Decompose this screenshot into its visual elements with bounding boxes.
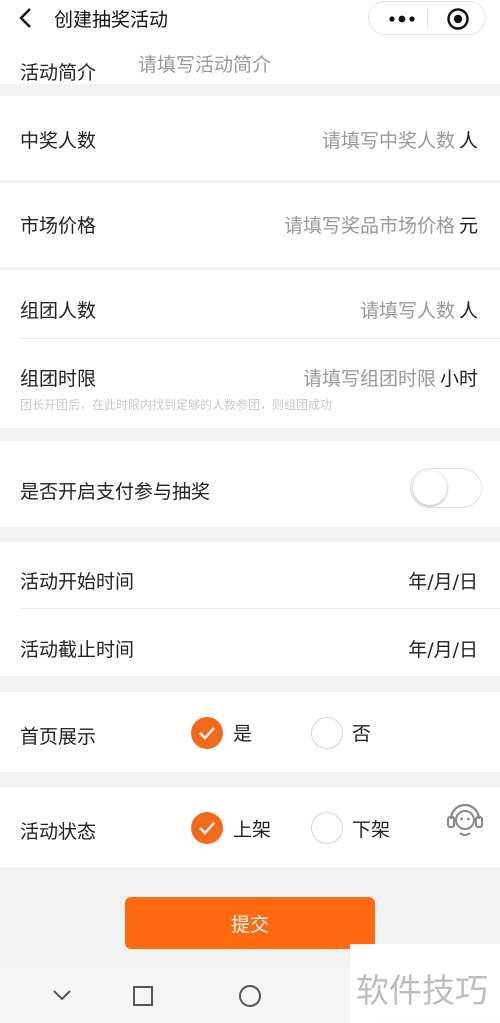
homepage-no-label[interactable]: 否	[352, 719, 371, 746]
winners-row[interactable]: 中奖人数 请填写中奖人数人	[0, 96, 500, 180]
group-limit-unit: 小时	[439, 368, 478, 390]
chevron-down-icon[interactable]	[52, 988, 72, 1002]
homepage-yes-radio[interactable]	[191, 717, 223, 749]
market-price-row[interactable]: 市场价格 请填写奖品市场价格元	[0, 183, 500, 267]
end-time-picker[interactable]: 年/月/日	[408, 635, 478, 662]
status-label: 活动状态	[20, 821, 97, 843]
recents-square-icon[interactable]	[132, 985, 154, 1007]
start-time-picker[interactable]: 年/月/日	[408, 567, 478, 594]
homepage-label: 首页展示	[20, 726, 97, 748]
more-icon[interactable]	[387, 11, 417, 27]
watermark: 软件技巧	[350, 944, 500, 1023]
watermark-text: 软件技巧	[356, 971, 488, 1010]
intro-input[interactable]: 请填写活动简介	[138, 50, 271, 77]
mini-program-capsule	[368, 1, 486, 35]
customer-service-icon[interactable]	[444, 797, 486, 839]
pay-to-join-row: 是否开启支付参与抽奖	[0, 441, 500, 527]
row-divider	[20, 338, 500, 339]
start-time-label: 活动开始时间	[20, 571, 135, 593]
pay-to-join-toggle[interactable]	[410, 468, 482, 508]
toggle-knob	[413, 471, 447, 505]
homepage-no-radio[interactable]	[311, 717, 343, 749]
group-size-input[interactable]: 请填写人数人	[360, 296, 478, 323]
capsule-divider	[427, 10, 428, 28]
market-price-input[interactable]: 请填写奖品市场价格元	[284, 211, 478, 238]
check-icon	[199, 822, 215, 835]
winners-label: 中奖人数	[20, 130, 97, 152]
status-on-shelf-radio[interactable]	[191, 812, 223, 844]
status-on-shelf-label[interactable]: 上架	[233, 815, 271, 842]
intro-row[interactable]: 活动简介 请填写活动简介	[0, 36, 500, 84]
back-arrow-icon[interactable]	[16, 7, 38, 29]
row-divider	[20, 608, 500, 609]
market-price-unit: 元	[458, 215, 478, 237]
status-off-shelf-label[interactable]: 下架	[352, 815, 390, 842]
group-limit-hint: 团长开团后，在此时限内找到足够的人数参团，则组团成功	[20, 398, 333, 412]
homepage-yes-label[interactable]: 是	[233, 719, 252, 746]
winners-placeholder: 请填写中奖人数	[321, 130, 455, 152]
submit-button[interactable]: 提交	[125, 897, 375, 949]
status-off-shelf-radio[interactable]	[311, 812, 343, 844]
winners-unit: 人	[458, 130, 478, 152]
group-limit-label: 组团时限	[20, 368, 97, 390]
market-price-label: 市场价格	[20, 215, 97, 237]
group-size-placeholder: 请填写人数	[359, 300, 455, 322]
group-limit-input[interactable]: 请填写组团时限 小时	[303, 364, 478, 391]
market-price-placeholder: 请填写奖品市场价格	[283, 215, 455, 237]
group-section: 组团人数 请填写人数人 组团时限 请填写组团时限 小时 团长开团后，在此时限内找到…	[0, 270, 500, 428]
status-row: 活动状态 上架 下架	[0, 787, 500, 867]
time-section: 活动开始时间 年/月/日 活动截止时间 年/月/日	[0, 542, 500, 676]
page-title: 创建抽奖活动	[54, 9, 169, 31]
intro-label: 活动简介	[20, 62, 97, 84]
nav-header: 创建抽奖活动	[0, 0, 500, 36]
homepage-row: 首页展示 是 否	[0, 692, 500, 772]
close-target-icon[interactable]	[447, 8, 469, 30]
winners-input[interactable]: 请填写中奖人数人	[322, 126, 478, 153]
home-circle-icon[interactable]	[238, 984, 262, 1008]
group-size-label: 组团人数	[20, 300, 97, 322]
pay-to-join-label: 是否开启支付参与抽奖	[20, 481, 211, 503]
end-time-label: 活动截止时间	[20, 639, 135, 661]
group-limit-placeholder: 请填写组团时限	[302, 368, 436, 390]
check-icon	[199, 727, 215, 740]
group-size-unit: 人	[458, 300, 478, 322]
